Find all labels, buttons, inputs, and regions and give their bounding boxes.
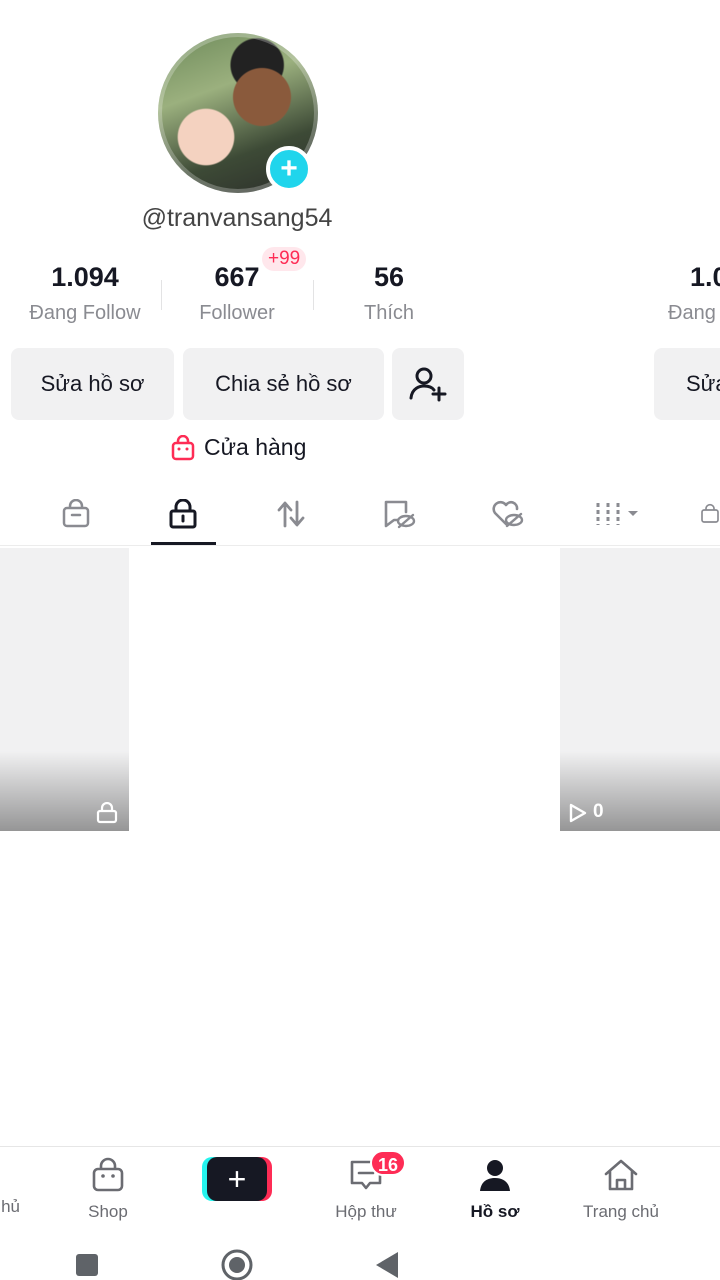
video-tile-private[interactable] xyxy=(0,548,129,831)
video-tile[interactable]: 0 xyxy=(560,548,720,831)
profile-stats: 1.094 Đang Follow 667 Follower 56 Thích xyxy=(0,262,474,332)
back-triangle-icon[interactable] xyxy=(374,1250,400,1280)
tab-reposts[interactable] xyxy=(269,494,313,534)
nav-home-partial-label: hủ xyxy=(1,1197,20,1216)
lock-icon xyxy=(96,802,118,824)
hidden-bookmark-icon xyxy=(384,500,416,529)
shop-link-label: Cửa hàng xyxy=(204,434,307,460)
home-circle-icon[interactable] xyxy=(220,1248,254,1280)
bottom-nav: hủ Shop + Hộp thư Hồ sơ Trang chủ xyxy=(0,1146,720,1236)
shop-link[interactable]: Cửa hàng xyxy=(170,434,306,461)
stat-likes-value: 56 xyxy=(373,262,405,292)
add-friend-button[interactable] xyxy=(392,348,464,420)
tab-filter[interactable] xyxy=(592,494,644,534)
stat-followers[interactable]: 667 Follower xyxy=(162,262,312,325)
nav-shop[interactable]: Shop xyxy=(53,1157,163,1222)
tab-liked[interactable] xyxy=(485,494,529,534)
tab-shop[interactable] xyxy=(54,494,98,534)
share-profile-button[interactable]: Chia sẻ hồ sơ xyxy=(183,348,384,420)
stat-following[interactable]: 1.094 Đang Follow xyxy=(10,262,160,325)
profile-username: @tranvansang54 xyxy=(141,204,333,232)
system-nav-bar xyxy=(0,1238,720,1280)
nav-inbox-label: Hộp thư xyxy=(335,1202,397,1221)
content-tabs xyxy=(0,482,720,546)
tab-private[interactable] xyxy=(161,494,205,534)
stat-followers-label: Follower xyxy=(199,302,275,324)
grid-filter-icon xyxy=(596,503,638,525)
nav-profile[interactable]: Hồ sơ xyxy=(440,1157,550,1222)
peek-stat-value: 1.0 xyxy=(690,262,720,292)
plus-icon: + xyxy=(207,1157,267,1201)
tab-saved[interactable] xyxy=(377,494,421,534)
add-story-plus-icon[interactable]: + xyxy=(266,146,312,192)
peek-stat-label: Đang xyxy=(668,302,716,324)
add-user-icon xyxy=(409,367,447,402)
shopping-bag-icon xyxy=(171,434,195,460)
nav-home[interactable]: Trang chủ xyxy=(566,1157,676,1222)
nav-shop-label: Shop xyxy=(88,1202,128,1221)
inbox-badge: 16 xyxy=(370,1150,407,1176)
stat-likes[interactable]: 56 Thích xyxy=(314,262,464,325)
nav-home-label: Trang chủ xyxy=(583,1202,659,1221)
create-button[interactable]: + xyxy=(202,1157,272,1201)
nav-home-partial[interactable]: hủ xyxy=(0,1157,20,1217)
stat-following-label: Đang Follow xyxy=(29,302,141,324)
peek-edit-label: Sửa xyxy=(686,371,720,396)
share-profile-label: Chia sẻ hồ sơ xyxy=(215,371,352,396)
shop-bag-icon xyxy=(701,503,719,523)
shop-bag-icon xyxy=(92,1157,124,1192)
stat-following-value: 1.094 xyxy=(51,262,119,292)
nav-profile-label: Hồ sơ xyxy=(470,1202,520,1221)
home-icon xyxy=(604,1159,638,1191)
shop-bag-icon xyxy=(62,499,90,528)
play-icon xyxy=(569,803,587,823)
tab-shop-partial[interactable] xyxy=(700,494,720,534)
view-count: 0 xyxy=(593,801,604,822)
recents-square-icon[interactable] xyxy=(76,1254,98,1276)
edit-profile-button[interactable]: Sửa hồ sơ xyxy=(11,348,174,420)
profile-person-icon xyxy=(480,1160,510,1191)
lock-icon xyxy=(169,499,197,529)
hidden-heart-icon xyxy=(492,500,524,528)
repost-icon xyxy=(277,500,305,528)
new-followers-badge: +99 xyxy=(262,247,307,271)
profile-avatar[interactable]: + xyxy=(158,33,318,193)
stat-likes-label: Thích xyxy=(363,302,415,324)
peek-edit-button[interactable]: Sửa xyxy=(654,348,720,420)
edit-profile-label: Sửa hồ sơ xyxy=(40,371,145,396)
active-tab-indicator xyxy=(151,542,216,545)
